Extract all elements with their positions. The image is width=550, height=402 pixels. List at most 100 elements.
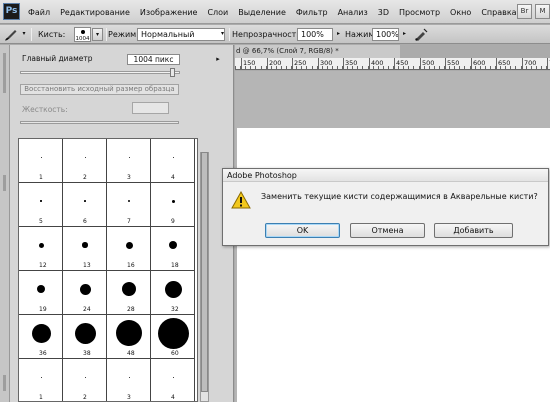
brush-preset[interactable]: 3	[107, 139, 151, 183]
collapse-handle[interactable]	[3, 175, 6, 191]
brush-tip-icon	[172, 376, 174, 378]
ruler-major-tick	[369, 58, 370, 69]
ruler-major-tick	[267, 58, 268, 69]
brush-preset[interactable]: 5	[19, 183, 63, 227]
menu-item[interactable]: Редактирование	[60, 8, 130, 17]
brush-tip-icon	[84, 156, 86, 158]
brush-preset[interactable]: 4	[151, 359, 195, 401]
opacity-arrow[interactable]: ▸	[333, 28, 344, 41]
brush-tip-icon	[40, 200, 42, 202]
ruler-tick	[413, 66, 414, 69]
menu-item[interactable]: Изображение	[140, 8, 198, 17]
mode-select[interactable]: Нормальный	[137, 28, 225, 41]
brush-tool-icon[interactable]	[4, 28, 18, 41]
brush-preset[interactable]: 16	[107, 227, 151, 271]
brush-tip-icon	[74, 322, 96, 344]
brush-preset[interactable]: 38	[63, 315, 107, 359]
dialog-message: Заменить текущие кисти содержащимися в А…	[261, 192, 538, 201]
brush-tip-icon	[40, 376, 42, 378]
menu-item[interactable]: Просмотр	[399, 8, 440, 17]
airbrush-icon[interactable]	[414, 28, 428, 41]
scrollbar-thumb[interactable]	[201, 152, 208, 392]
brush-tip-icon	[37, 285, 45, 293]
cancel-button[interactable]: Отмена	[350, 223, 425, 238]
hardness-field[interactable]	[132, 102, 169, 114]
brush-preset[interactable]: 36	[19, 315, 63, 359]
menu-item[interactable]: Слои	[207, 8, 228, 17]
brush-preset[interactable]: 4	[151, 139, 195, 183]
hardness-label: Жесткость:	[22, 105, 68, 114]
menu-item[interactable]: 3D	[378, 8, 389, 17]
warning-icon	[231, 191, 251, 209]
menu-item[interactable]: Выделение	[238, 8, 286, 17]
mini-bridge-button[interactable]: M	[535, 4, 550, 19]
document-tab[interactable]: d @ 66,7% (Слой 7, RGB/8) *	[235, 45, 400, 58]
brush-preset[interactable]: 7	[107, 183, 151, 227]
menu-item[interactable]: Анализ	[338, 8, 368, 17]
brush-preset[interactable]: 60	[151, 315, 195, 359]
brush-presets-grid: 1 2 3 4 5 6 7 9 12 13 16 18 19 24 28 32 36 38 48 60 1 2 3 4	[18, 138, 198, 402]
brush-tip-icon	[122, 282, 136, 296]
collapse-handle[interactable]	[3, 375, 6, 391]
hardness-slider[interactable]	[20, 121, 179, 124]
brush-size-label: 48	[127, 350, 135, 357]
brush-preset[interactable]: 3	[107, 359, 151, 401]
brush-size-text: 1004	[75, 36, 90, 42]
ruler-label: 600	[473, 59, 486, 67]
brush-picker-arrow[interactable]: ▾	[92, 28, 103, 41]
brush-size-label: 19	[39, 306, 47, 313]
collapse-handle[interactable]	[3, 53, 6, 93]
menu-item[interactable]: Справка	[481, 8, 516, 17]
diameter-value-field[interactable]: 1004 пикс	[127, 54, 180, 65]
brush-size-label: 12	[39, 262, 47, 269]
brush-preset[interactable]: 12	[19, 227, 63, 271]
brush-preset[interactable]: 9	[151, 183, 195, 227]
restore-size-button[interactable]: Восстановить исходный размер образца	[20, 84, 179, 95]
brush-size-label: 9	[171, 218, 175, 225]
brush-preset[interactable]: 6	[63, 183, 107, 227]
pressure-field[interactable]: 100%	[372, 28, 399, 41]
ruler-tick	[388, 66, 389, 69]
horizontal-ruler: 150200250300350400450500550600650700750	[235, 58, 550, 70]
ruler-major-tick	[318, 58, 319, 69]
brush-preset[interactable]: 2	[63, 359, 107, 401]
brush-preset[interactable]: 32	[151, 271, 195, 315]
brush-preset[interactable]: 1	[19, 359, 63, 401]
ok-button[interactable]: OK	[265, 223, 340, 238]
brush-preview[interactable]: 1004	[74, 27, 91, 42]
opacity-field[interactable]: 100%	[297, 28, 333, 41]
ruler-tick	[312, 66, 313, 69]
bridge-button[interactable]: Br	[517, 4, 532, 19]
pressure-arrow[interactable]: ▸	[399, 28, 410, 41]
ruler-major-tick	[471, 58, 472, 69]
ruler-label: 350	[345, 59, 358, 67]
panel-menu-icon[interactable]: ▸	[213, 54, 223, 64]
ruler-tick	[464, 66, 465, 69]
menu-item[interactable]: Окно	[450, 8, 471, 17]
brush-tip-icon	[157, 317, 189, 349]
brush-preset[interactable]: 2	[63, 139, 107, 183]
brush-size-label: 2	[83, 174, 87, 181]
brush-preset[interactable]: 13	[63, 227, 107, 271]
menu-item[interactable]: Файл	[28, 8, 50, 17]
brush-preset[interactable]: 48	[107, 315, 151, 359]
ruler-major-tick	[394, 58, 395, 69]
chevron-down-icon[interactable]: ▾	[217, 28, 228, 41]
brush-preset[interactable]: 18	[151, 227, 195, 271]
diameter-slider-thumb[interactable]	[170, 68, 176, 77]
ruler-tick	[541, 66, 542, 69]
brush-preset[interactable]: 24	[63, 271, 107, 315]
brush-tip-icon	[31, 323, 51, 343]
brush-preset[interactable]: 28	[107, 271, 151, 315]
append-button[interactable]: Добавить	[434, 223, 513, 238]
brush-preset[interactable]: 1	[19, 139, 63, 183]
ruler-tick	[286, 66, 287, 69]
ruler-tick	[337, 66, 338, 69]
tool-preset-arrow[interactable]: ▾	[20, 28, 28, 41]
brush-preset[interactable]: 19	[19, 271, 63, 315]
menu-item[interactable]: Фильтр	[296, 8, 328, 17]
separator	[106, 28, 107, 41]
diameter-slider[interactable]	[20, 71, 180, 74]
brush-tip-icon	[40, 156, 42, 158]
separator	[229, 28, 230, 41]
